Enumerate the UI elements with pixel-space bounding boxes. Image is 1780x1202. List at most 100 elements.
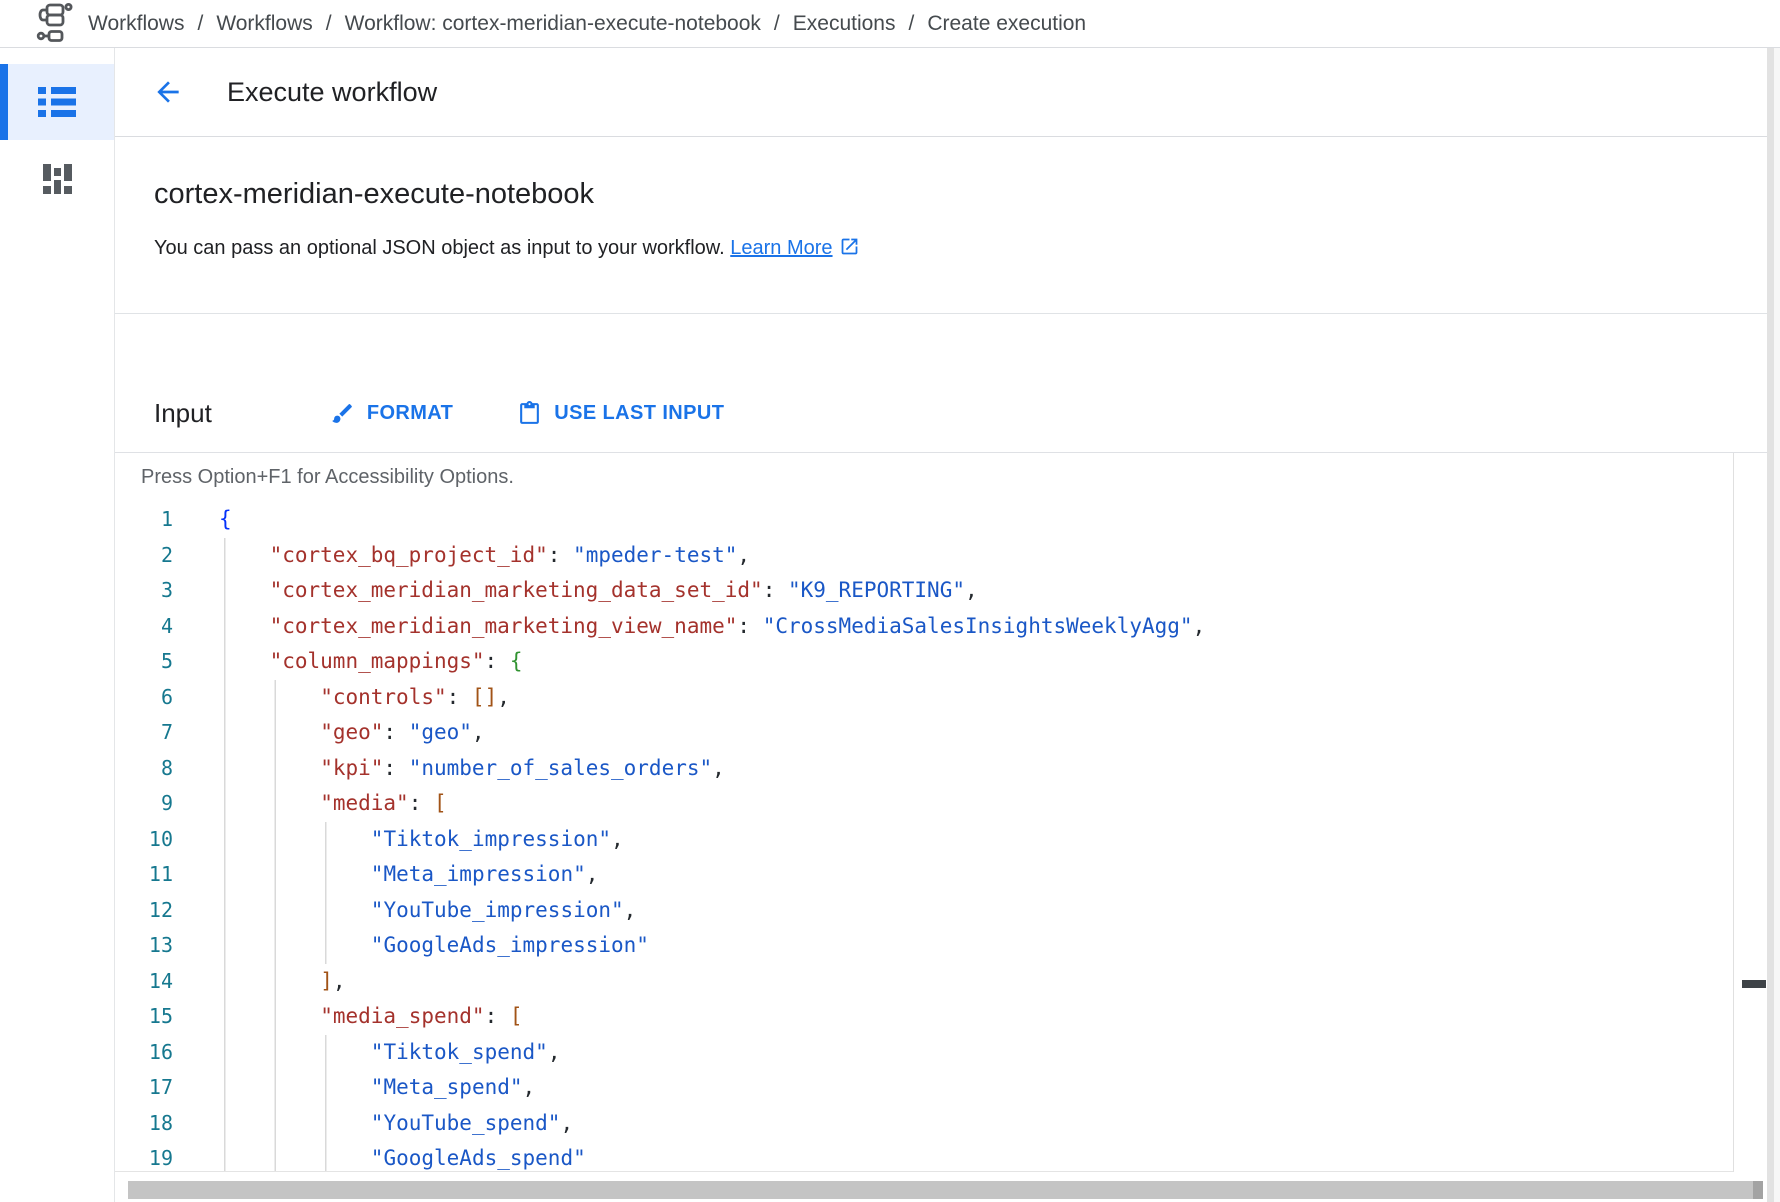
line-number: 8 [115, 751, 173, 787]
code-line[interactable]: 6"controls": [], [115, 680, 1767, 716]
indent-guides [219, 644, 270, 680]
line-number: 18 [115, 1106, 173, 1142]
description-text: You can pass an optional JSON object as … [154, 237, 725, 259]
open-in-new-icon[interactable] [839, 236, 860, 263]
use-last-input-button-label: USE LAST INPUT [554, 402, 724, 425]
code-line[interactable]: 2"cortex_bq_project_id": "mpeder-test", [115, 538, 1767, 574]
code-line[interactable]: 12"YouTube_impression", [115, 893, 1767, 929]
main-content: Execute workflow cortex-meridian-execute… [114, 48, 1767, 1202]
use-last-input-button[interactable]: USE LAST INPUT [517, 401, 724, 426]
line-number: 6 [115, 680, 173, 716]
indent-guides [219, 893, 371, 929]
code-line[interactable]: 3"cortex_meridian_marketing_data_set_id"… [115, 573, 1767, 609]
breadcrumb-separator: / [197, 12, 203, 36]
arrow-back-icon [152, 76, 184, 108]
line-number: 13 [115, 928, 173, 964]
code-line[interactable]: 18"YouTube_spend", [115, 1106, 1767, 1142]
source-blocks-icon [40, 161, 74, 195]
line-number: 14 [115, 964, 173, 1000]
line-number: 2 [115, 538, 173, 574]
indent-guides [219, 1035, 371, 1071]
code-lines: 1{2"cortex_bq_project_id": "mpeder-test"… [115, 502, 1767, 1172]
code-line[interactable]: 1{ [115, 502, 1767, 538]
line-number: 5 [115, 644, 173, 680]
executions-list-icon [38, 87, 76, 117]
json-input-editor[interactable]: Press Option+F1 for Accessibility Option… [115, 453, 1767, 1172]
input-section-title: Input [154, 398, 212, 429]
code-line[interactable]: 7"geo": "geo", [115, 715, 1767, 751]
line-number: 15 [115, 999, 173, 1035]
workflow-name: cortex-meridian-execute-notebook [154, 178, 594, 211]
indent-guides [219, 538, 270, 574]
code-line[interactable]: 13"GoogleAds_impression" [115, 928, 1767, 964]
indent-guides [219, 1070, 371, 1106]
indent-guides [219, 999, 320, 1035]
editor-horizontal-scrollbar-thumb[interactable] [128, 1181, 1763, 1199]
page-header: Execute workflow [115, 48, 1767, 137]
breadcrumb-separator: / [909, 12, 915, 36]
line-number: 11 [115, 857, 173, 893]
code-line[interactable]: 14], [115, 964, 1767, 1000]
clipboard-icon [517, 401, 542, 426]
page-scrollbar[interactable] [1767, 48, 1780, 1202]
workflow-description: You can pass an optional JSON object as … [154, 236, 860, 263]
indent-guides [219, 751, 320, 787]
code-line[interactable]: 17"Meta_spend", [115, 1070, 1767, 1106]
code-line[interactable]: 19"GoogleAds_spend" [115, 1141, 1767, 1172]
code-line[interactable]: 11"Meta_impression", [115, 857, 1767, 893]
line-number: 9 [115, 786, 173, 822]
code-line[interactable]: 9"media": [ [115, 786, 1767, 822]
breadcrumb-item-workflows-2[interactable]: Workflows [216, 12, 312, 36]
indent-guides [219, 964, 320, 1000]
line-number: 16 [115, 1035, 173, 1071]
editor-horizontal-scrollbar[interactable] [115, 1172, 1767, 1202]
breadcrumb-separator: / [774, 12, 780, 36]
editor-vertical-scrollbar[interactable] [1733, 453, 1767, 1172]
indent-guides [219, 786, 320, 822]
indent-guides [219, 822, 371, 858]
line-number: 7 [115, 715, 173, 751]
nav-item-source-blocks[interactable] [0, 140, 114, 216]
line-number: 10 [115, 822, 173, 858]
breadcrumb-separator: / [326, 12, 332, 36]
back-button[interactable] [151, 75, 185, 109]
indent-guides [219, 1106, 371, 1142]
line-number: 12 [115, 893, 173, 929]
breadcrumb-item-create-execution: Create execution [927, 12, 1086, 36]
editor-vertical-scrollbar-thumb[interactable] [1742, 980, 1766, 988]
code-line[interactable]: 8"kpi": "number_of_sales_orders", [115, 751, 1767, 787]
learn-more-link[interactable]: Learn More [730, 237, 832, 259]
input-toolbar: Input FORMAT USE LAST INPUT [154, 385, 724, 441]
format-button[interactable]: FORMAT [330, 401, 453, 426]
line-number: 4 [115, 609, 173, 645]
indent-guides [219, 928, 371, 964]
left-nav-rail [0, 48, 114, 1202]
nav-item-executions-list[interactable] [0, 64, 114, 140]
indent-guides [219, 609, 270, 645]
page-scrollbar-thumb[interactable] [1767, 48, 1774, 1202]
breadcrumb: Workflows / Workflows / Workflow: cortex… [0, 0, 1780, 48]
code-line[interactable]: 16"Tiktok_spend", [115, 1035, 1767, 1071]
line-number: 19 [115, 1141, 173, 1172]
code-line[interactable]: 10"Tiktok_impression", [115, 822, 1767, 858]
format-button-label: FORMAT [367, 402, 453, 425]
code-line[interactable]: 4"cortex_meridian_marketing_view_name": … [115, 609, 1767, 645]
workflows-icon [34, 2, 76, 42]
code-line[interactable]: 5"column_mappings": { [115, 644, 1767, 680]
code-line[interactable]: 15"media_spend": [ [115, 999, 1767, 1035]
indent-guides [219, 680, 320, 716]
section-divider [115, 313, 1767, 314]
indent-guides [219, 715, 320, 751]
line-number: 3 [115, 573, 173, 609]
breadcrumb-item-workflows-1[interactable]: Workflows [88, 12, 184, 36]
line-number: 17 [115, 1070, 173, 1106]
accessibility-hint: Press Option+F1 for Accessibility Option… [115, 453, 1767, 502]
line-number: 1 [115, 502, 173, 538]
page-title: Execute workflow [227, 77, 437, 108]
indent-guides [219, 573, 270, 609]
indent-guides [219, 1141, 371, 1172]
format-brush-icon [330, 401, 355, 426]
breadcrumb-item-workflow-name[interactable]: Workflow: cortex-meridian-execute-notebo… [345, 12, 761, 36]
indent-guides [219, 857, 371, 893]
breadcrumb-item-executions[interactable]: Executions [793, 12, 896, 36]
